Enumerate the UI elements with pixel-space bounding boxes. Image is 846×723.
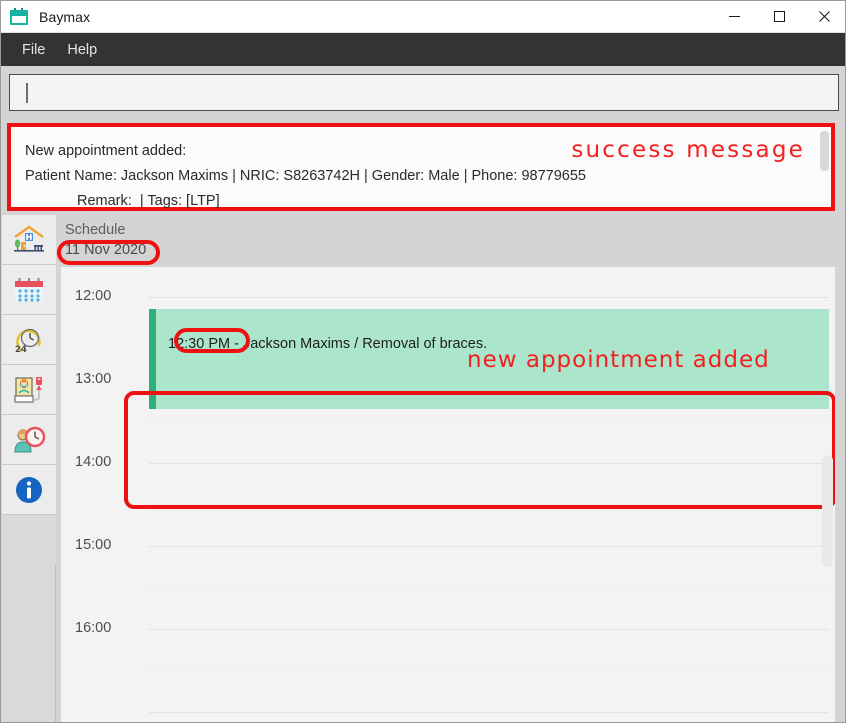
minimize-button[interactable] xyxy=(712,1,757,33)
half-hour-gridline xyxy=(149,670,829,671)
sidebar-item-calendar[interactable] xyxy=(2,265,56,315)
annotation-success-message: success message xyxy=(571,137,805,163)
maximize-button[interactable] xyxy=(757,1,802,33)
sidebar-item-info[interactable] xyxy=(2,465,56,515)
schedule-row: 15:00 xyxy=(61,537,835,629)
hour-label: 13:00 xyxy=(75,371,112,387)
close-button[interactable] xyxy=(802,1,845,33)
appointment-text: 12:30 PM - Jackson Maxims / Removal of b… xyxy=(168,336,488,352)
hour-label: 15:00 xyxy=(75,537,112,553)
command-box-area xyxy=(1,66,845,119)
hour-gridline xyxy=(149,712,829,713)
result-line-2: Patient Name: Jackson Maxims | NRIC: S82… xyxy=(25,168,586,184)
patient-treatment-icon xyxy=(14,376,42,403)
schedule-header: Schedule 11 Nov 2020 xyxy=(57,215,845,267)
half-hour-gridline xyxy=(149,587,829,588)
hour-label: 14:00 xyxy=(75,454,112,470)
half-hour-gridline xyxy=(149,504,829,505)
schedule-title: Schedule xyxy=(65,222,126,238)
hour-label: 12:00 xyxy=(75,288,112,304)
close-icon xyxy=(819,11,830,22)
annotation-new-appointment: new appointment added xyxy=(467,347,770,373)
sidebar: 24 xyxy=(2,215,56,722)
result-display-panel: New appointment added: Patient Name: Jac… xyxy=(7,123,835,211)
svg-text:24: 24 xyxy=(15,345,27,355)
menu-bar: File Help xyxy=(1,33,845,66)
sidebar-item-treatment[interactable] xyxy=(2,365,56,415)
schedule-row: 16:00 xyxy=(61,620,835,712)
minimize-icon xyxy=(729,16,740,17)
schedule-row-top-pad xyxy=(61,267,835,297)
sidebar-filler xyxy=(2,515,56,565)
title-bar: Baymax xyxy=(1,1,845,33)
schedule-grid: 12:00 13:00 14:00 15:00 16:00 12:30 PM -… xyxy=(61,267,835,722)
hour-gridline xyxy=(149,463,829,464)
maximize-icon xyxy=(774,11,785,22)
hour-gridline xyxy=(149,546,829,547)
calendar-icon xyxy=(9,7,29,26)
schedule-date[interactable]: 11 Nov 2020 xyxy=(61,240,146,260)
info-icon xyxy=(16,476,42,503)
hour-gridline xyxy=(149,297,829,298)
body-area: 24 Schedule 11 Nov 2020 12:00 13:00 14:0… xyxy=(2,215,845,722)
clinic-home-icon xyxy=(14,225,44,252)
window-controls xyxy=(712,1,845,33)
application-window: Baymax File Help New appointment added: … xyxy=(0,0,846,723)
schedule-row xyxy=(61,712,835,722)
hour-label: 16:00 xyxy=(75,620,112,636)
window-title: Baymax xyxy=(39,8,91,25)
hour-gridline xyxy=(149,629,829,630)
patient-queue-clock-icon xyxy=(14,426,46,452)
appointment-accent-bar xyxy=(149,309,156,409)
schedule-row: 14:00 xyxy=(61,454,835,546)
schedule-panel: Schedule 11 Nov 2020 12:00 13:00 14:00 1… xyxy=(57,215,845,722)
schedule-scrollbar[interactable] xyxy=(822,455,833,567)
menu-help[interactable]: Help xyxy=(56,38,108,62)
text-caret xyxy=(26,82,28,103)
result-scrollbar[interactable] xyxy=(820,131,829,171)
command-input[interactable] xyxy=(9,74,839,111)
sidebar-item-clinic[interactable] xyxy=(2,215,56,265)
twentyfour-hour-clock-icon: 24 xyxy=(15,328,41,355)
menu-file[interactable]: File xyxy=(11,38,56,62)
sidebar-item-queue[interactable] xyxy=(2,415,56,465)
calendar-icon xyxy=(15,277,43,302)
half-hour-gridline xyxy=(149,421,829,422)
sidebar-item-24hours[interactable]: 24 xyxy=(2,315,56,365)
result-line-3: Remark: | Tags: [LTP] xyxy=(77,193,220,209)
